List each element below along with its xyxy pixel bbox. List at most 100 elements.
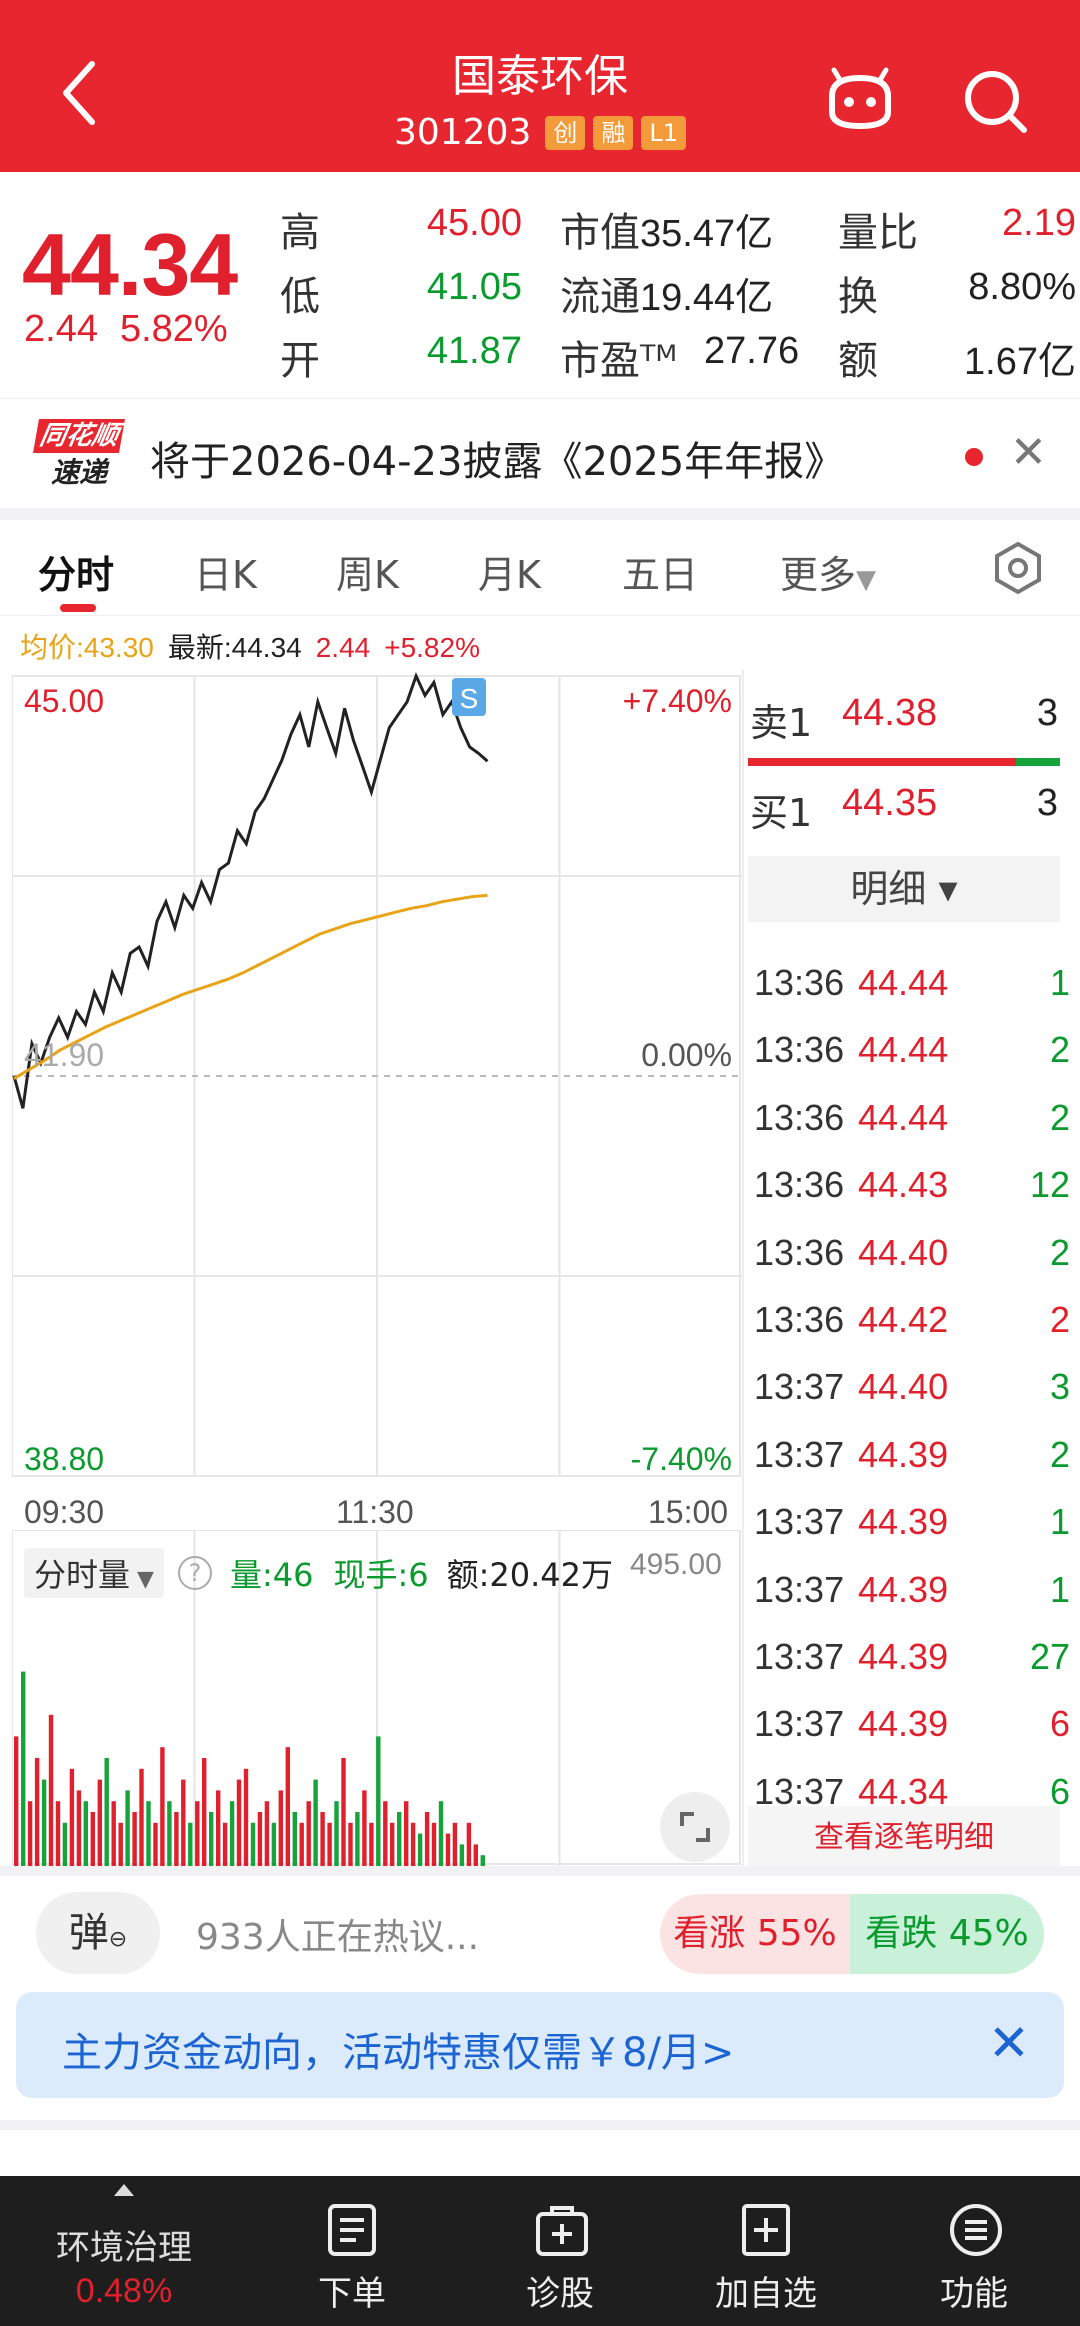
tick-row: 13:37 44.39 1 bbox=[754, 1501, 1070, 1561]
add-square-icon bbox=[742, 2204, 790, 2256]
volume-bar bbox=[348, 1822, 353, 1866]
sector-button[interactable]: 环境治理 0.48% bbox=[0, 2176, 248, 2326]
tab-monthly-k[interactable]: 月K bbox=[478, 544, 541, 599]
tick-time: 13:37 bbox=[754, 1636, 845, 1677]
volume-bar bbox=[431, 1822, 437, 1866]
nav-order[interactable]: 下单 bbox=[272, 2176, 432, 2326]
open-value: 41.87 bbox=[426, 330, 522, 372]
tick-time: 13:36 bbox=[754, 1164, 845, 1206]
volume-bar bbox=[132, 1812, 137, 1866]
chart-tabs: 分时 日K 周K 月K 五日 更多▼ bbox=[0, 520, 1080, 616]
tick-price: 44.40 bbox=[858, 1366, 949, 1408]
intraday-chart-svg: 45.00 41.90 38.80 +7.40% 0.00% -7.40% S bbox=[12, 671, 742, 1477]
quote-panel[interactable]: 44.34 2.44 5.82% 高 45.00 低 41.05 开 41.87 … bbox=[0, 172, 1080, 397]
volume-bar bbox=[83, 1801, 88, 1866]
volume-bar bbox=[139, 1768, 144, 1866]
intraday-chart[interactable]: 45.00 41.90 38.80 +7.40% 0.00% -7.40% S bbox=[12, 670, 742, 1482]
tab-five-day[interactable]: 五日 bbox=[622, 544, 698, 599]
tick-row: 13:36 44.44 2 bbox=[754, 1097, 1070, 1157]
vote-bullish-button[interactable]: 看涨 55% bbox=[660, 1894, 850, 1974]
sector-name: 环境治理 bbox=[56, 2228, 192, 2268]
volume-bar bbox=[104, 1758, 109, 1866]
volume-bar bbox=[306, 1801, 311, 1866]
volume-bar bbox=[445, 1833, 451, 1866]
volume-bar bbox=[229, 1801, 235, 1866]
promo-banner[interactable]: 主力资金动向，活动特惠仅需￥8/月> ✕ bbox=[16, 1992, 1064, 2098]
volratio-value: 2.19 bbox=[1002, 202, 1076, 244]
volume-bar bbox=[424, 1812, 430, 1866]
avg-price: 均价:43.30 bbox=[20, 632, 154, 663]
announcement-bar[interactable]: 同花顺 速递 将于2026-04-23披露《2025年年报》 ✕ bbox=[0, 398, 1080, 510]
volume-bar bbox=[257, 1812, 263, 1866]
tick-time: 13:36 bbox=[754, 962, 845, 1003]
chart-settings-button[interactable] bbox=[990, 540, 1046, 596]
tick-row: 13:37 44.39 2 bbox=[754, 1434, 1070, 1494]
tab-daily-k[interactable]: 日K bbox=[194, 544, 257, 599]
tick-time: 13:36 bbox=[754, 1299, 845, 1340]
discussion-prompt[interactable]: 933人正在热议... bbox=[196, 1908, 479, 1960]
expand-icon bbox=[680, 1812, 710, 1842]
detail-dropdown[interactable]: 明细 ▾ bbox=[748, 856, 1060, 922]
minus-circle-icon: ⊖ bbox=[108, 1927, 128, 1952]
discussion-bar: 弹⊖ 933人正在热议... 看涨 55% 看跌 45% bbox=[0, 1876, 1080, 1988]
danmu-toggle-button[interactable]: 弹⊖ bbox=[36, 1892, 160, 1974]
tick-time: 13:36 bbox=[754, 1231, 845, 1273]
vote-bearish-button[interactable]: 看跌 45% bbox=[850, 1894, 1044, 1974]
panel-divider bbox=[742, 670, 744, 1866]
robot-assistant-button[interactable] bbox=[822, 66, 898, 136]
tick-price: 44.40 bbox=[858, 1231, 949, 1273]
divider bbox=[0, 1866, 1080, 1876]
bid-1-price: 44.35 bbox=[842, 782, 938, 824]
volume-value: 量:46 bbox=[229, 1556, 314, 1594]
volume-bar bbox=[181, 1779, 186, 1866]
volume-selector[interactable]: 分时量 ▼ bbox=[24, 1548, 164, 1598]
tick-time: 13:37 bbox=[754, 1433, 845, 1475]
volume-bar bbox=[153, 1822, 158, 1866]
tick-price: 44.43 bbox=[858, 1164, 949, 1206]
caret-down-icon: ▼ bbox=[856, 565, 877, 595]
help-icon[interactable]: ? bbox=[177, 1556, 212, 1590]
volume-bar bbox=[27, 1801, 33, 1866]
promo-text: 主力资金动向，活动特惠仅需￥8/月> bbox=[62, 2030, 735, 2076]
tick-volume: 27 bbox=[1029, 1636, 1070, 1677]
tab-more[interactable]: 更多▼ bbox=[780, 544, 876, 599]
volume-bar bbox=[34, 1758, 40, 1866]
tick-row: 13:36 44.40 2 bbox=[754, 1232, 1070, 1292]
time-axis-open: 09:30 bbox=[24, 1494, 105, 1530]
tag-chuang: 创 bbox=[545, 115, 586, 150]
view-all-ticks-button[interactable]: 查看逐笔明细 bbox=[748, 1806, 1060, 1870]
volume-bar bbox=[216, 1790, 221, 1866]
intraday-info-row: 均价:43.30 最新:44.34 2.44 +5.82% bbox=[20, 626, 494, 666]
close-icon[interactable]: ✕ bbox=[988, 2014, 1030, 2072]
nav-add-watchlist-label: 加自选 bbox=[715, 2274, 817, 2314]
robot-icon bbox=[829, 67, 891, 130]
fullscreen-button[interactable] bbox=[660, 1792, 730, 1862]
search-button[interactable] bbox=[960, 66, 1030, 136]
nav-functions[interactable]: 功能 bbox=[894, 2176, 1054, 2326]
volume-bar bbox=[90, 1812, 95, 1866]
nav-diagnose[interactable]: 诊股 bbox=[480, 2176, 640, 2326]
chart-grid bbox=[12, 675, 742, 1477]
announcement-text: 将于2026-04-23披露《2025年年报》 bbox=[150, 439, 845, 485]
svg-text:S: S bbox=[460, 683, 479, 714]
tick-volume: 2 bbox=[1049, 1096, 1070, 1138]
tick-price: 44.39 bbox=[858, 1501, 949, 1543]
ask-1-volume: 3 bbox=[1036, 692, 1058, 734]
tick-row: 13:37 44.39 6 bbox=[754, 1703, 1070, 1763]
tick-row: 13:36 44.44 1 bbox=[754, 962, 1070, 1022]
tab-weekly-k[interactable]: 周K bbox=[336, 544, 399, 599]
nav-add-watchlist[interactable]: 加自选 bbox=[686, 2176, 846, 2326]
latest-price: 最新:44.34 bbox=[167, 632, 302, 663]
tick-price: 44.39 bbox=[858, 1568, 949, 1610]
volume-bar bbox=[334, 1801, 339, 1866]
tick-volume: 6 bbox=[1049, 1703, 1070, 1745]
tab-intraday[interactable]: 分时 bbox=[38, 544, 114, 599]
volume-bar bbox=[111, 1801, 116, 1866]
signal-s-marker[interactable]: S bbox=[452, 678, 486, 716]
y-axis-max-label: 45.00 bbox=[24, 683, 104, 719]
tag-l1: L1 bbox=[641, 115, 687, 150]
order-book-panel: 卖1 44.38 3 买1 44.35 3 明细 ▾ 13:36 44.44 1 13… bbox=[748, 670, 1080, 1870]
volume-bar bbox=[404, 1801, 409, 1866]
close-icon[interactable]: ✕ bbox=[1010, 427, 1047, 478]
volume-max-label: 495.00 bbox=[630, 1548, 722, 1581]
